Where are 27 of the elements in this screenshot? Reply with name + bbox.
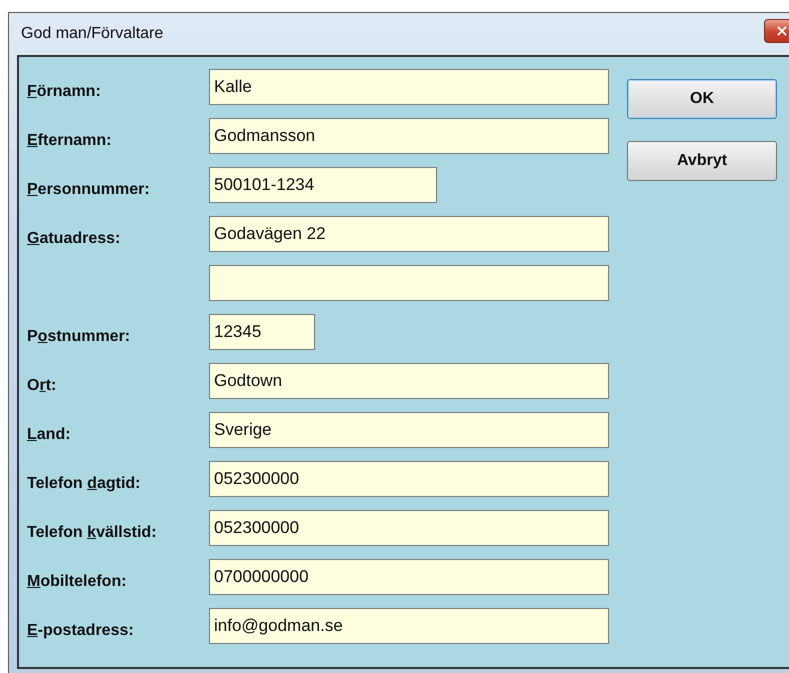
field-label: E-postadress: — [27, 621, 135, 640]
field-label: Gatuadress: — [27, 229, 122, 248]
input-field[interactable]: Godtown — [209, 363, 609, 399]
field-label: Telefon dagtid: — [27, 474, 142, 493]
close-button[interactable]: × — [764, 19, 789, 43]
input-field[interactable]: Godmansson — [209, 118, 609, 154]
field-label: Mobiltelefon: — [27, 572, 128, 591]
dialog-button[interactable]: OK — [627, 79, 777, 119]
field-label: Ort: — [27, 376, 58, 395]
field-label: Land: — [27, 425, 72, 444]
input-field[interactable]: 12345 — [209, 314, 315, 350]
field-label: Telefon kvällstid: — [27, 523, 158, 542]
input-field[interactable]: Kalle — [209, 69, 609, 105]
input-field[interactable]: 052300000 — [209, 461, 609, 497]
input-field[interactable]: Godavägen 22 — [209, 216, 609, 252]
field-label: Personnummer: — [27, 180, 151, 199]
dialog-button[interactable]: Avbryt — [627, 141, 777, 181]
field-label: Förnamn: — [27, 82, 102, 101]
input-field[interactable]: 052300000 — [209, 510, 609, 546]
input-field[interactable]: Sverige — [209, 412, 609, 448]
field-label: Efternamn: — [27, 131, 112, 150]
field-label: Postnummer: — [27, 327, 132, 346]
window-title: God man/Förvaltare — [20, 25, 164, 43]
input-field[interactable]: info@godman.se — [209, 608, 609, 644]
input-field[interactable]: 500101-1234 — [209, 167, 437, 203]
input-field[interactable]: 0700000000 — [209, 559, 609, 595]
input-field[interactable] — [209, 265, 609, 301]
